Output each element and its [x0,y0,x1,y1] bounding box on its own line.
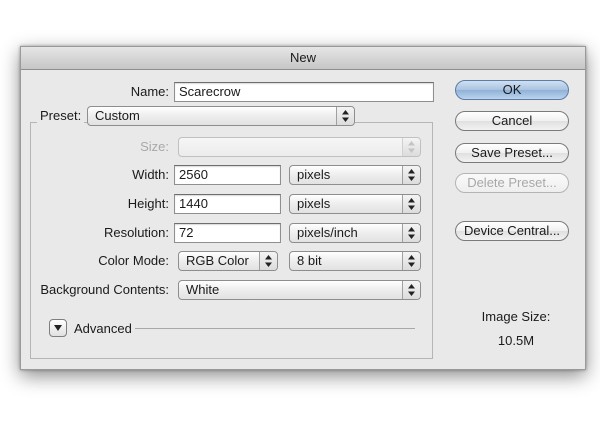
color-mode-popup[interactable]: RGB Color [178,251,278,271]
width-unit-value: pixels [297,167,331,182]
ok-button[interactable]: OK [455,80,569,100]
advanced-disclosure-button[interactable] [49,319,67,337]
size-popup[interactable] [178,137,421,157]
background-contents-popup[interactable]: White [178,280,421,300]
cancel-button[interactable]: Cancel [455,111,569,131]
width-unit-popup[interactable]: pixels [289,165,421,185]
height-unit-value: pixels [297,196,331,211]
size-label: Size: [140,139,169,154]
background-contents-label: Background Contents: [40,282,169,297]
preset-value: Custom [95,108,140,123]
name-label: Name: [130,84,169,99]
width-field[interactable]: 2560 [174,165,281,185]
advanced-divider [135,328,415,329]
new-document-dialog: New Name: Scarecrow Preset: Custom Size:… [20,46,586,370]
height-unit-popup[interactable]: pixels [289,194,421,214]
advanced-label: Advanced [74,321,132,336]
height-field[interactable]: 1440 [174,194,281,214]
resolution-unit-popup[interactable]: pixels/inch [289,223,421,243]
preset-label: Preset: [37,106,84,126]
up-down-arrows-icon [402,224,420,242]
delete-preset-button[interactable]: Delete Preset... [455,173,569,193]
width-label: Width: [132,167,169,182]
up-down-arrows-icon [259,252,277,270]
image-size-label: Image Size: [481,309,551,324]
resolution-label: Resolution: [103,225,169,240]
image-size-value: 10.5M [497,333,535,348]
up-down-arrows-icon [336,107,354,125]
up-down-arrows-icon [402,138,420,156]
up-down-arrows-icon [402,166,420,184]
color-mode-label: Color Mode: [98,253,169,268]
up-down-arrows-icon [402,252,420,270]
height-label: Height: [127,196,169,211]
resolution-unit-value: pixels/inch [297,225,358,240]
save-preset-button[interactable]: Save Preset... [455,143,569,163]
background-contents-value: White [186,282,220,297]
preset-popup[interactable]: Custom [87,106,355,126]
resolution-field[interactable]: 72 [174,223,281,243]
color-mode-value: RGB Color [186,253,249,268]
up-down-arrows-icon [402,281,420,299]
bit-depth-popup[interactable]: 8 bit [289,251,421,271]
up-down-arrows-icon [402,195,420,213]
device-central-button[interactable]: Device Central... [455,221,569,241]
name-field[interactable]: Scarecrow [174,82,434,102]
dialog-title: New [21,47,585,70]
group-border-gap [355,115,359,118]
bit-depth-value: 8 bit [297,253,322,268]
